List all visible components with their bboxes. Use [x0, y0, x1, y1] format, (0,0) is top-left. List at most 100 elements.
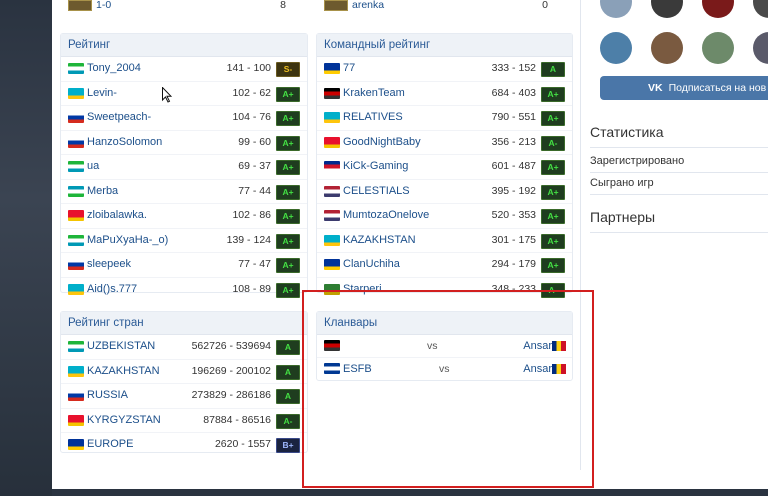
- team-rating-score: 790 - 551: [491, 111, 536, 123]
- team-rating-row[interactable]: KAZAKHSTAN 301 - 175 A+: [317, 229, 572, 253]
- team-rating-name[interactable]: RELATIVES: [343, 106, 403, 130]
- divider: [590, 172, 768, 173]
- rating-row[interactable]: HanzoSolomon 99 - 60 A+: [61, 131, 307, 155]
- country-rating-name[interactable]: RUSSIA: [87, 384, 128, 408]
- rating-row[interactable]: Levin- 102 - 62 A+: [61, 82, 307, 106]
- team-rating-name[interactable]: KrakenTeam: [343, 82, 405, 106]
- rating-name[interactable]: zloibalawka.: [87, 204, 147, 228]
- rating-name[interactable]: HanzoSolomon: [87, 131, 162, 155]
- rank-badge: A+: [541, 258, 565, 273]
- rating-name[interactable]: Tony_2004: [87, 57, 141, 81]
- team-rating-row[interactable]: MumtozaOnelove 520 - 353 A+: [317, 204, 572, 229]
- country-flag-icon: [324, 234, 340, 246]
- top-row-right-score: 0: [542, 0, 548, 11]
- team-rating-name[interactable]: MumtozaOnelove: [343, 204, 429, 228]
- rating-score: 108 - 89: [232, 282, 271, 295]
- country-flag-icon: [68, 439, 84, 450]
- country-flag-icon: [68, 341, 84, 352]
- rating-name[interactable]: ua: [87, 155, 99, 179]
- rank-badge: A+: [541, 209, 565, 224]
- member-avatar[interactable]: [651, 32, 683, 64]
- country-rating-name[interactable]: KAZAKHSTAN: [87, 360, 160, 384]
- country-rating-name[interactable]: EUROPE: [87, 433, 133, 457]
- team-rating-score: 684 - 403: [491, 86, 536, 99]
- rank-badge: A: [541, 62, 565, 77]
- country-rating-score: 273829 - 286186: [191, 389, 271, 401]
- team-rating-name[interactable]: CELESTIALS: [343, 180, 410, 204]
- highlight-box: [302, 290, 594, 488]
- divider: [590, 147, 768, 148]
- team-rating-row[interactable]: KiCk-Gaming 601 - 487 A+: [317, 155, 572, 180]
- top-row-left[interactable]: 1-0 8: [68, 0, 288, 12]
- country-rating-score: 87884 - 86516: [203, 413, 271, 426]
- team-rating-name[interactable]: KiCk-Gaming: [343, 155, 408, 179]
- rating-name[interactable]: MaPuXyaHa-_o): [87, 229, 168, 253]
- team-rating-name[interactable]: KAZAKHSTAN: [343, 229, 416, 253]
- rating-score: 139 - 124: [226, 233, 271, 246]
- rating-score: 102 - 62: [232, 86, 271, 99]
- rating-row[interactable]: MaPuXyaHa-_o) 139 - 124 A+: [61, 229, 307, 253]
- country-rating-name[interactable]: UZBEKISTAN: [87, 335, 155, 359]
- rating-name[interactable]: Aid()s.777: [87, 278, 137, 302]
- country-flag-icon: [68, 283, 84, 295]
- rating-name[interactable]: sleepeek: [87, 253, 131, 277]
- rating-name[interactable]: Levin-: [87, 82, 117, 106]
- country-flag-icon: [68, 414, 84, 426]
- rating-row[interactable]: Tony_2004 141 - 100 S-: [61, 57, 307, 82]
- team-rating-score: 520 - 353: [491, 209, 536, 221]
- rating-name[interactable]: Merba: [87, 180, 118, 204]
- team-rating-name[interactable]: ClanUchiha: [343, 253, 400, 277]
- team-rating-score: 356 - 213: [491, 135, 536, 148]
- team-rating-row[interactable]: 77 333 - 152 A: [317, 57, 572, 82]
- top-row-left-name: 1-0: [96, 0, 112, 11]
- team-rating-row[interactable]: KrakenTeam 684 - 403 A+: [317, 82, 572, 106]
- country-flag-icon: [68, 63, 84, 74]
- rank-badge: A+: [276, 258, 300, 273]
- rank-badge: A+: [276, 86, 300, 102]
- rating-row[interactable]: zloibalawka. 102 - 86 A+: [61, 204, 307, 229]
- rank-badge: A: [276, 364, 300, 380]
- rating-row[interactable]: Aid()s.777 108 - 89 A+: [61, 278, 307, 302]
- stats-item-games: Сыграно игр: [590, 177, 654, 189]
- rating-row[interactable]: Sweetpeach- 104 - 76 A+: [61, 106, 307, 131]
- team-rating-row[interactable]: GoodNightBaby 356 - 213 A-: [317, 131, 572, 155]
- country-flag-icon: [68, 112, 84, 123]
- rating-row[interactable]: ua 69 - 37 A+: [61, 155, 307, 180]
- country-rating-row[interactable]: KYRGYZSTAN 87884 - 86516 A-: [61, 409, 307, 433]
- rank-badge: A+: [541, 160, 565, 175]
- country-flag-icon: [68, 185, 84, 197]
- member-avatar[interactable]: [600, 32, 632, 64]
- team-rating-name[interactable]: 77: [343, 57, 355, 81]
- dota-logo-icon: [324, 0, 348, 11]
- country-rating-row[interactable]: KAZAKHSTAN 196269 - 200102 A: [61, 360, 307, 384]
- country-rating-row[interactable]: EUROPE 2620 - 1557 B+: [61, 433, 307, 457]
- rating-name[interactable]: Sweetpeach-: [87, 106, 151, 130]
- country-rating-score: 196269 - 200102: [191, 364, 271, 377]
- country-rating-row[interactable]: UZBEKISTAN 562726 - 539694 A: [61, 335, 307, 360]
- country-rating-row[interactable]: RUSSIA 273829 - 286186 A: [61, 384, 307, 409]
- subscribe-button[interactable]: VK Подписаться на нов: [600, 76, 768, 100]
- rank-badge: A+: [541, 233, 565, 249]
- country-flag-icon: [68, 390, 84, 401]
- partners-title: Партнеры: [590, 209, 656, 225]
- rating-title: Рейтинг: [61, 34, 307, 57]
- rank-badge: A: [276, 340, 300, 355]
- country-rating-name[interactable]: KYRGYZSTAN: [87, 409, 161, 433]
- rating-panel: Рейтинг Tony_2004 141 - 100 S- Levin- 102 - …: [60, 33, 308, 298]
- team-rating-row[interactable]: RELATIVES 790 - 551 A+: [317, 106, 572, 131]
- team-rating-row[interactable]: CELESTIALS 395 - 192 A+: [317, 180, 572, 204]
- rating-row[interactable]: sleepeek 77 - 47 A+: [61, 253, 307, 278]
- top-row-right[interactable]: arenka 0: [324, 0, 550, 12]
- team-rating-panel: Командный рейтинг 77 333 - 152 A KrakenTeam…: [316, 33, 573, 298]
- country-flag-icon: [324, 210, 340, 221]
- team-rating-score: 294 - 179: [491, 258, 536, 270]
- rank-badge: A: [276, 389, 300, 404]
- rating-row[interactable]: Merba 77 - 44 A+: [61, 180, 307, 204]
- team-rating-name[interactable]: GoodNightBaby: [343, 131, 421, 155]
- page-background-left: [0, 0, 52, 496]
- country-flag-icon: [324, 161, 340, 172]
- country-rating-list: UZBEKISTAN 562726 - 539694 A KAZAKHSTAN 1962…: [61, 335, 307, 457]
- rating-score: 69 - 37: [238, 160, 271, 172]
- team-rating-row[interactable]: ClanUchiha 294 - 179 A+: [317, 253, 572, 278]
- member-avatar[interactable]: [702, 32, 734, 64]
